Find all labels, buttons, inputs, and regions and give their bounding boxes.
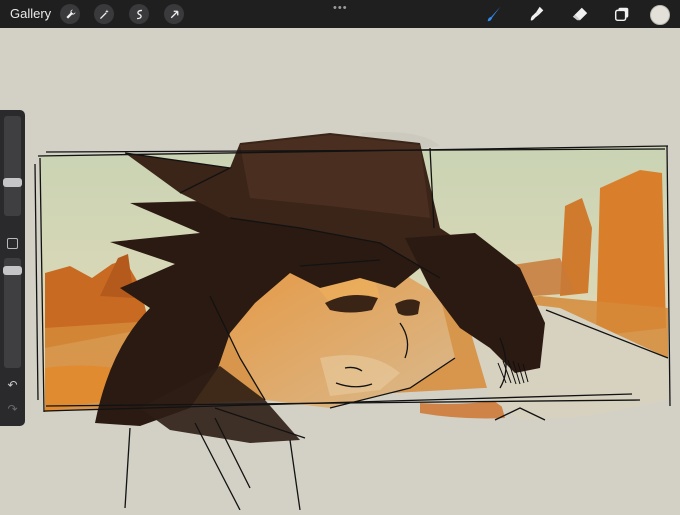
layers-icon[interactable]: [612, 4, 632, 24]
sidebar-toolbar: ↶ ↷: [0, 110, 25, 426]
selection-icon[interactable]: [129, 4, 149, 24]
transform-icon[interactable]: [164, 4, 184, 24]
wrench-icon[interactable]: [60, 4, 80, 24]
drawing-canvas[interactable]: [0, 28, 680, 511]
brush-size-knob[interactable]: [3, 178, 22, 187]
drag-handle-icon[interactable]: •••: [333, 2, 348, 14]
top-toolbar: Gallery •••: [0, 0, 680, 28]
modify-square-icon[interactable]: [7, 238, 18, 249]
gallery-button[interactable]: Gallery: [10, 6, 51, 21]
brush-size-slider[interactable]: [4, 116, 21, 216]
color-swatch[interactable]: [650, 5, 670, 25]
smudge-icon[interactable]: [527, 4, 547, 24]
brush-icon[interactable]: [484, 4, 504, 24]
artwork: [34, 131, 671, 511]
eraser-icon[interactable]: [570, 4, 590, 24]
opacity-knob[interactable]: [3, 266, 22, 275]
magic-wand-icon[interactable]: [94, 4, 114, 24]
undo-icon[interactable]: ↶: [5, 378, 20, 393]
redo-icon[interactable]: ↷: [5, 402, 20, 417]
